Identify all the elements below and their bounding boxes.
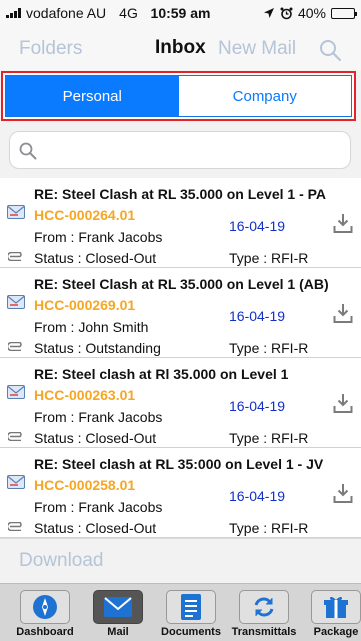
email-type: Type : RFI-R	[229, 520, 309, 536]
email-code: HCC-000263.01	[34, 387, 136, 403]
mailbox-segmented-control: Personal Company	[5, 75, 352, 117]
sync-icon	[254, 597, 274, 617]
email-date: 16-04-19	[229, 308, 286, 324]
tab-documents[interactable]: Documents	[155, 586, 227, 640]
email-date: 16-04-19	[229, 398, 286, 414]
email-icon	[7, 295, 25, 309]
download-icon[interactable]	[333, 302, 353, 324]
download-icon[interactable]	[333, 392, 353, 414]
email-status: Status : Closed-Out	[34, 250, 157, 266]
attachment-icon	[8, 252, 22, 261]
attachment-icon	[8, 522, 22, 531]
tab-label: Mail	[107, 626, 129, 638]
email-list[interactable]: RE: Steel Clash at RL 35.000 on Level 1 …	[0, 178, 361, 538]
email-row[interactable]: RE: Steel Clash at RL 35.000 on Level 1 …	[0, 178, 361, 268]
search-input[interactable]	[48, 140, 338, 160]
email-type: Type : RFI-R	[229, 250, 309, 266]
email-date: 16-04-19	[229, 488, 286, 504]
search-icon[interactable]	[318, 38, 342, 62]
email-type: Type : RFI-R	[229, 340, 309, 356]
tab-transmittals[interactable]: Transmittals	[228, 586, 300, 640]
email-from: From : Frank Jacobs	[34, 229, 163, 245]
battery-icon	[331, 7, 357, 19]
location-arrow-icon	[263, 8, 274, 18]
tab-label: Documents	[161, 626, 221, 638]
email-row[interactable]: RE: Steel Clash at RL 35.000 on Level 1 …	[0, 268, 361, 358]
email-icon	[7, 385, 25, 399]
search-icon	[19, 142, 37, 160]
tab-bar: Dashboard Mail Documents Transmittals Pa…	[0, 583, 361, 641]
email-type: Type : RFI-R	[229, 430, 309, 446]
email-from: From : Frank Jacobs	[34, 409, 163, 425]
tab-package[interactable]: Package	[300, 586, 361, 640]
email-subject: RE: Steel Clash at RL 35.000 on Level 1 …	[34, 276, 329, 292]
email-code: HCC-000258.01	[34, 477, 136, 493]
email-status: Status : Closed-Out	[34, 430, 157, 446]
document-icon	[181, 594, 201, 620]
tab-label: Dashboard	[16, 626, 74, 638]
status-bar: vodafone AU 4G 10:59 am 40%	[0, 0, 361, 26]
email-subject: RE: Steel Clash at RL 35.000 on Level 1 …	[34, 186, 327, 202]
email-code: HCC-000264.01	[34, 207, 136, 223]
email-subject: RE: Steel clash at Rl 35.000 on Level 1	[34, 366, 289, 382]
envelope-icon	[104, 597, 132, 617]
download-button[interactable]: Download	[19, 550, 104, 572]
battery-percent: 40%	[297, 5, 326, 21]
tab-label: Transmittals	[231, 626, 297, 638]
email-from: From : Frank Jacobs	[34, 499, 163, 515]
search-area	[0, 124, 361, 177]
mailbox-segment-highlight: Personal Company	[1, 71, 356, 121]
email-from: From : John Smith	[34, 319, 149, 335]
alarm-clock-icon	[280, 7, 293, 19]
email-status: Status : Outstanding	[34, 340, 161, 356]
email-subject: RE: Steel clash at RL 35:000 on Level 1 …	[34, 456, 324, 472]
page-title: Inbox	[155, 37, 206, 58]
email-date: 16-04-19	[229, 218, 286, 234]
download-icon[interactable]	[333, 482, 353, 504]
compass-icon	[33, 595, 57, 619]
email-icon	[7, 475, 25, 489]
email-icon	[7, 205, 25, 219]
email-row[interactable]: RE: Steel clash at RL 35:000 on Level 1 …	[0, 448, 361, 538]
tab-mail[interactable]: Mail	[82, 586, 154, 640]
tab-dashboard[interactable]: Dashboard	[9, 586, 81, 640]
download-icon[interactable]	[333, 212, 353, 234]
gift-icon	[324, 596, 348, 618]
folders-button[interactable]: Folders	[19, 38, 82, 60]
email-status: Status : Closed-Out	[34, 520, 157, 536]
segment-company[interactable]: Company	[178, 76, 351, 116]
email-row[interactable]: RE: Steel clash at Rl 35.000 on Level 1 …	[0, 358, 361, 448]
tab-label: Package	[313, 626, 359, 638]
email-code: HCC-000269.01	[34, 297, 136, 313]
navigation-bar: Folders Inbox New Mail	[0, 26, 361, 70]
segment-personal[interactable]: Personal	[6, 76, 179, 116]
search-box	[9, 131, 351, 169]
attachment-icon	[8, 342, 22, 351]
new-mail-button[interactable]: New Mail	[218, 38, 296, 60]
download-bar: Download	[0, 538, 361, 582]
attachment-icon	[8, 432, 22, 441]
